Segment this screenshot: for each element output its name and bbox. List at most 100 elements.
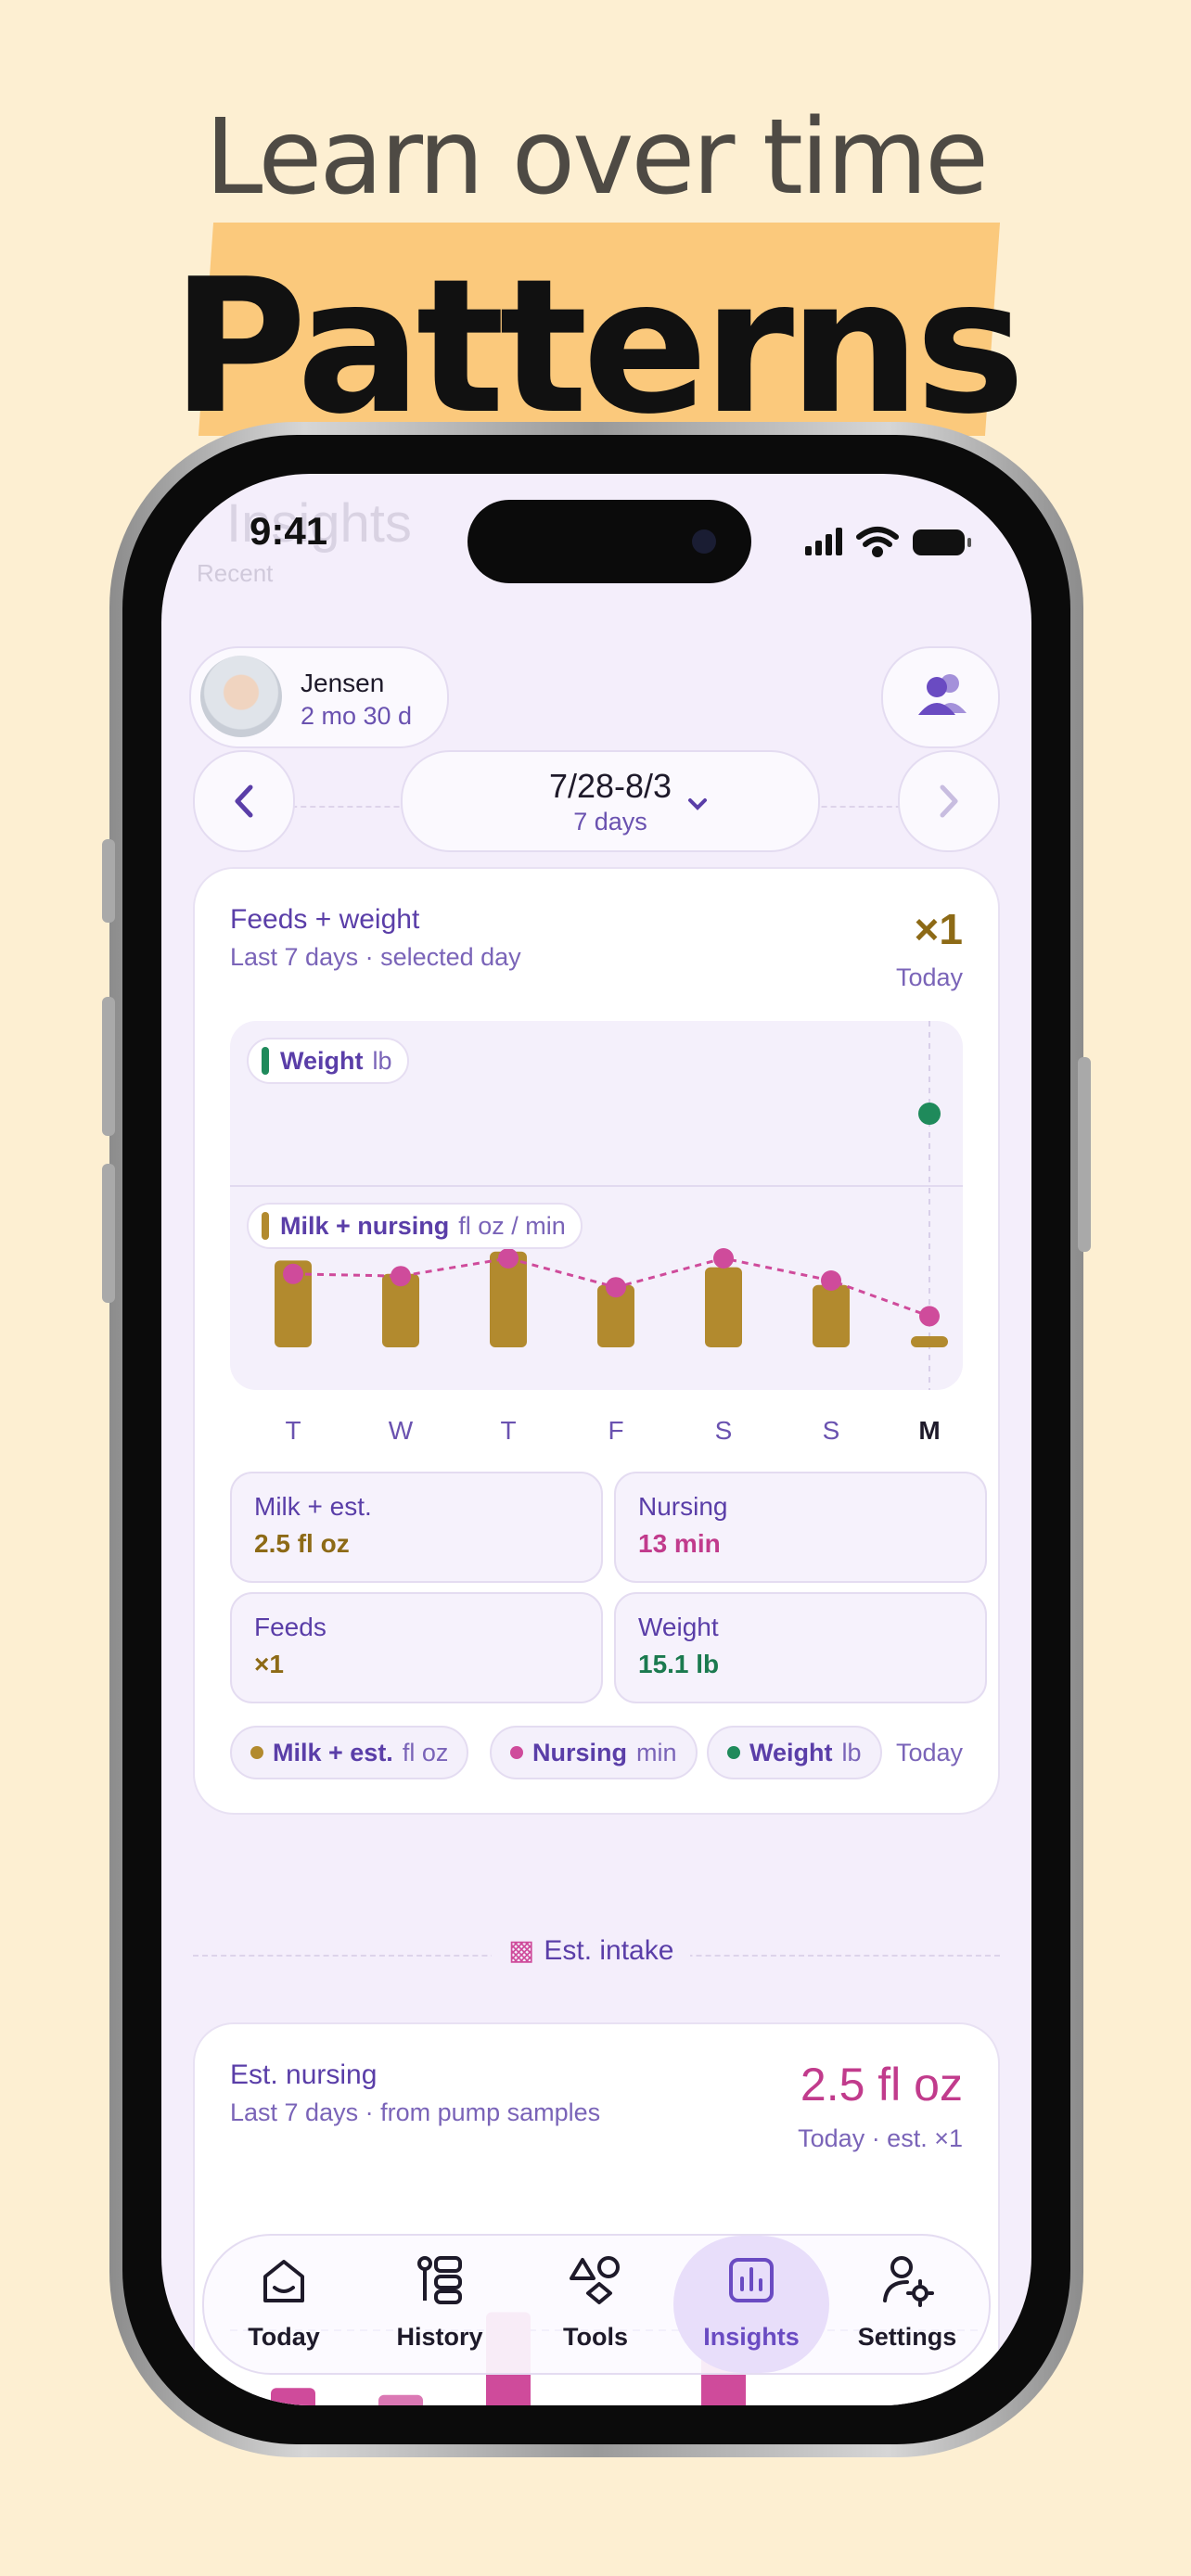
child-name: Jensen (301, 669, 385, 697)
wifi-icon (856, 527, 899, 557)
previous-range-button[interactable] (193, 750, 295, 852)
x-tick-label: S (714, 1416, 733, 1445)
legend-today: Today (895, 1739, 963, 1766)
stat-weight: Weight 15.1 lb (614, 1592, 987, 1703)
legend-weight[interactable]: Weight lb (707, 1726, 882, 1779)
nursing-point (391, 1266, 411, 1287)
x-tick-label: S (822, 1416, 840, 1445)
stat-feeds-label: Feeds (254, 1613, 327, 1641)
home-smile-icon (263, 2260, 304, 2302)
caregivers-button[interactable] (881, 646, 1000, 748)
est-nursing-value-sub: Today · est. ×1 (798, 2124, 963, 2152)
tab-settings-label: Settings (857, 2323, 957, 2351)
est-intake-label: ▩ Est. intake (492, 1934, 691, 1967)
milk-dot (250, 1746, 263, 1759)
est-nursing-bar (378, 2394, 423, 2405)
legend-weight-unit: lb (841, 1738, 862, 1766)
tab-history-label: History (396, 2323, 483, 2351)
milk-bar (911, 1336, 948, 1347)
milk-tag-name: Milk + nursing (280, 1211, 450, 1240)
phone-bezel: Insights Recent 9:41 Jensen 2 mo 30 d 7/… (122, 435, 1070, 2444)
shapes-icon (570, 2256, 620, 2304)
est-nursing-subtitle: Last 7 days · from pump samples (230, 2098, 601, 2126)
date-range-nav: 7/28-8/3 7 days (161, 750, 1031, 861)
nursing-point (919, 1306, 940, 1327)
volume-down-button (102, 1164, 115, 1303)
power-button (1078, 1057, 1091, 1252)
person-gear-icon (883, 2256, 934, 2307)
child-avatar (200, 656, 282, 737)
tab-today-label: Today (248, 2323, 320, 2351)
child-age: 2 mo 30 d (301, 702, 413, 730)
est-intake-text: Est. intake (544, 1935, 674, 1966)
legend-nursing-unit: min (636, 1738, 677, 1766)
date-range-sub: 7 days (573, 808, 647, 835)
milk-bar (705, 1267, 742, 1347)
tab-insights[interactable]: Insights (673, 2236, 829, 2373)
status-icons (805, 527, 971, 557)
legend-nursing[interactable]: Nursing min (490, 1726, 698, 1779)
weight-point (918, 1103, 941, 1125)
x-tick-label: W (388, 1416, 414, 1445)
tab-insights-label: Insights (703, 2323, 800, 2351)
feeds-chart[interactable]: Weight lb Milk + nursing fl oz / min (230, 1021, 963, 1390)
tab-history[interactable]: History (362, 2236, 518, 2373)
stat-nursing-label: Nursing (638, 1492, 728, 1521)
volume-up-button (102, 997, 115, 1136)
stat-feeds: Feeds ×1 (230, 1592, 603, 1703)
weight-swatch (262, 1047, 269, 1075)
x-tick-label: T (285, 1416, 301, 1445)
tab-today[interactable]: Today (206, 2236, 362, 2373)
hero-title: Learn over time (204, 97, 989, 218)
stat-milk: Milk + est. 2.5 fl oz (230, 1472, 603, 1583)
milk-nursing-tag: Milk + nursing fl oz / min (247, 1203, 583, 1249)
tab-tools[interactable]: Tools (518, 2236, 673, 2373)
history-list-icon (417, 2256, 462, 2304)
nursing-point (713, 1248, 734, 1269)
tab-settings[interactable]: Settings (829, 2236, 985, 2373)
nursing-point (498, 1248, 519, 1269)
est-nursing-title: Est. nursing (230, 2060, 378, 2090)
legend-milk-name: Milk + est. (273, 1738, 393, 1766)
card-subtitle: Last 7 days · selected day (230, 943, 521, 971)
date-range-picker[interactable]: 7/28-8/3 7 days (401, 750, 820, 852)
chart-icon (729, 2258, 774, 2302)
status-time: 9:41 (250, 509, 328, 553)
legend-weight-name: Weight (749, 1738, 833, 1766)
stat-nursing-value: 13 min (638, 1529, 721, 1558)
nursing-point (606, 1277, 626, 1298)
child-selector[interactable]: Jensen 2 mo 30 d (189, 646, 449, 748)
battery-icon (913, 529, 971, 555)
x-tick-label: M (918, 1416, 941, 1445)
app-screen: Insights Recent 9:41 Jensen 2 mo 30 d 7/… (161, 474, 1031, 2405)
weight-tag-unit: lb (372, 1046, 392, 1075)
feeds-weight-card[interactable]: Feeds + weight Last 7 days · selected da… (193, 867, 1000, 1815)
legend-milk-unit: fl oz (402, 1738, 449, 1766)
card-title: Feeds + weight (230, 904, 420, 935)
stat-feeds-value: ×1 (254, 1650, 284, 1678)
x-tick-label: F (608, 1416, 624, 1445)
chevron-left-icon (235, 784, 253, 818)
legend-nursing-name: Nursing (532, 1738, 628, 1766)
milk-tag-unit: fl oz / min (458, 1211, 566, 1240)
weight-dot (727, 1746, 740, 1759)
est-nursing-bar (271, 2388, 315, 2405)
hero-headline: Patterns (171, 239, 1025, 455)
stat-milk-value: 2.5 fl oz (254, 1529, 350, 1558)
feed-count-sub: Today (895, 963, 963, 991)
dynamic-island (467, 500, 751, 583)
milk-bar (813, 1284, 850, 1347)
stat-weight-label: Weight (638, 1613, 719, 1641)
bottle-icon: ▩ (508, 1935, 535, 1966)
legend-milk[interactable]: Milk + est. fl oz (230, 1726, 469, 1779)
stat-weight-value: 15.1 lb (638, 1650, 720, 1678)
action-button (102, 839, 115, 923)
weight-tag-name: Weight (280, 1046, 364, 1075)
chevron-right-icon (940, 784, 958, 818)
next-range-button[interactable] (898, 750, 1000, 852)
nursing-point (821, 1270, 841, 1291)
nursing-dot (510, 1746, 523, 1759)
est-nursing-value: 2.5 fl oz (800, 2059, 963, 2111)
milk-swatch (262, 1212, 269, 1240)
cellular-signal-icon (805, 528, 842, 555)
